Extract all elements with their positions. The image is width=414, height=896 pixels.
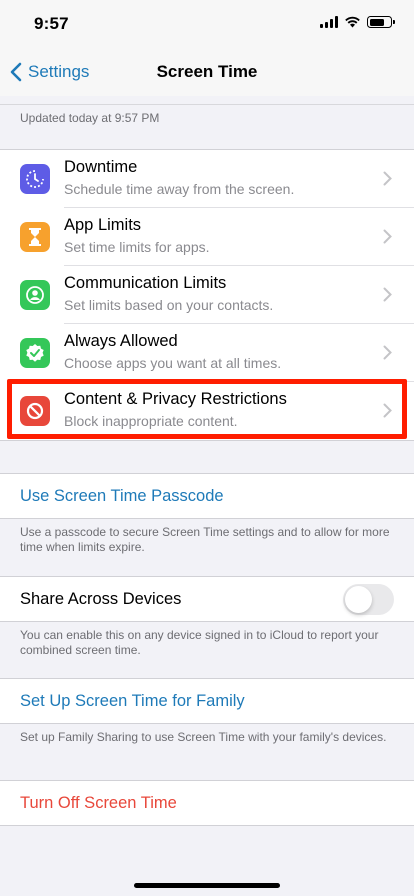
row-subtitle: Set limits based on your contacts. <box>64 297 274 313</box>
row-title: Downtime <box>64 158 138 176</box>
battery-icon <box>367 16 395 28</box>
contact-icon <box>20 280 50 310</box>
family-setup-row[interactable]: Set Up Screen Time for Family <box>0 678 414 724</box>
row-title: Always Allowed <box>64 332 178 350</box>
chevron-right-icon <box>383 171 392 186</box>
checkmark-badge-icon <box>20 338 50 368</box>
family-note: Set up Family Sharing to use Screen Time… <box>20 730 387 744</box>
share-across-devices-toggle[interactable] <box>343 584 394 615</box>
share-note: You can enable this on any device signed… <box>20 628 379 657</box>
cellular-signal-icon <box>320 16 338 28</box>
status-time: 9:57 <box>34 14 69 33</box>
passcode-note: Use a passcode to secure Screen Time set… <box>20 525 390 554</box>
downtime-icon <box>20 164 50 194</box>
row-subtitle: Set time limits for apps. <box>64 239 210 255</box>
page-title: Screen Time <box>156 62 258 81</box>
share-label: Share Across Devices <box>20 590 182 608</box>
hourglass-icon <box>20 222 50 252</box>
toggle-knob <box>345 586 372 613</box>
passcode-label: Use Screen Time Passcode <box>20 487 224 505</box>
downtime-row[interactable]: Downtime Schedule time away from the scr… <box>0 150 414 208</box>
always-allowed-row[interactable]: Always Allowed Choose apps you want at a… <box>0 324 414 382</box>
highlight-annotation-box <box>7 379 407 439</box>
turn-off-screen-time-row[interactable]: Turn Off Screen Time <box>0 780 414 826</box>
status-bar: 9:57 <box>0 0 414 50</box>
chevron-right-icon <box>383 287 392 302</box>
navigation-bar: Settings Screen Time <box>0 50 414 96</box>
status-icons <box>320 16 395 28</box>
share-across-devices-row: Share Across Devices <box>0 576 414 622</box>
wifi-icon <box>345 16 360 28</box>
chevron-right-icon <box>383 345 392 360</box>
communication-limits-row[interactable]: Communication Limits Set limits based on… <box>0 266 414 324</box>
family-label: Set Up Screen Time for Family <box>20 692 245 710</box>
screen-time-passcode-row[interactable]: Use Screen Time Passcode <box>0 473 414 519</box>
updated-timestamp: Updated today at 9:57 PM <box>20 111 160 125</box>
row-subtitle: Choose apps you want at all times. <box>64 355 282 371</box>
app-limits-row[interactable]: App Limits Set time limits for apps. <box>0 208 414 266</box>
home-indicator[interactable] <box>134 883 280 888</box>
row-title: Communication Limits <box>64 274 227 292</box>
separator <box>0 104 414 105</box>
row-subtitle: Schedule time away from the screen. <box>64 181 295 197</box>
chevron-right-icon <box>383 229 392 244</box>
turn-off-label: Turn Off Screen Time <box>20 794 177 812</box>
row-title: App Limits <box>64 216 142 234</box>
